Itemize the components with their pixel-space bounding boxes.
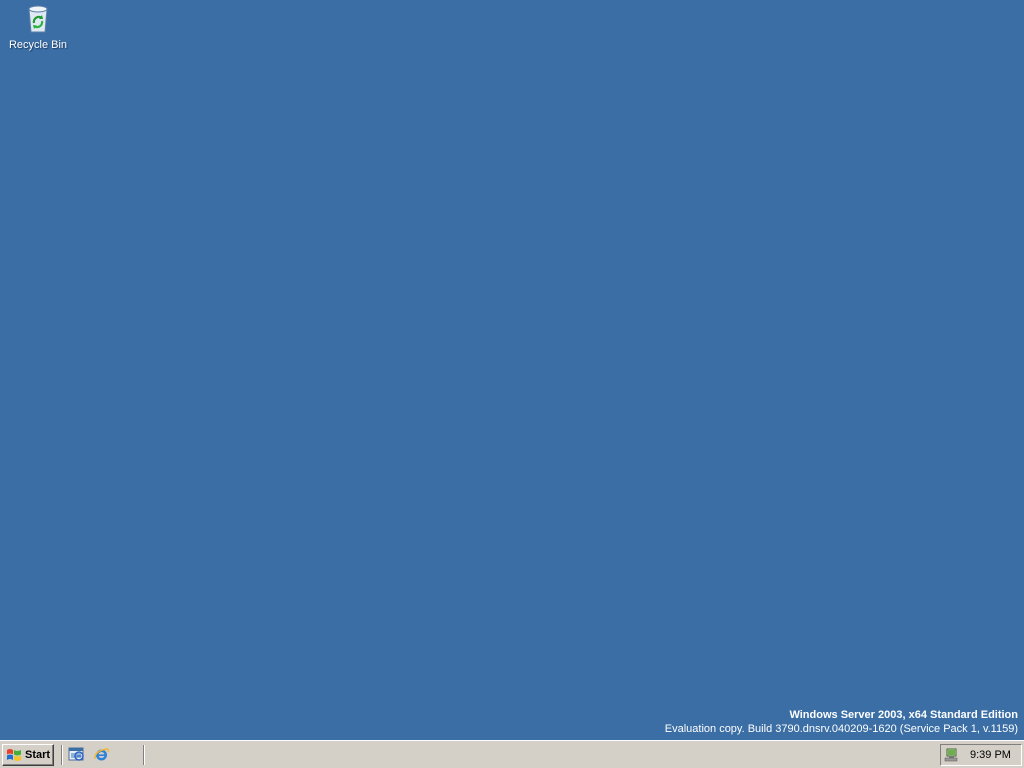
recycle-bin-icon — [28, 5, 48, 33]
desktop[interactable]: Recycle Bin Windows Server 2003, x64 Sta… — [0, 0, 1024, 740]
network-icon[interactable] — [944, 747, 960, 763]
recycle-bin-shortcut[interactable]: Recycle Bin — [6, 2, 70, 51]
system-tray: 9:39 PM — [940, 744, 1022, 766]
edition-text: Windows Server 2003, x64 Standard Editio… — [789, 709, 1018, 721]
taskbar: Start 9:39 PM — [0, 740, 1024, 768]
windows-flag-icon — [7, 749, 21, 761]
taskbar-separator — [143, 745, 145, 765]
quick-launch-bar — [68, 746, 110, 763]
clock[interactable]: 9:39 PM — [970, 749, 1011, 761]
start-button[interactable]: Start — [2, 744, 54, 766]
taskbar-separator — [61, 745, 63, 765]
os-watermark: Windows Server 2003, x64 Standard Editio… — [665, 708, 1018, 736]
internet-explorer-icon[interactable] — [93, 746, 110, 763]
show-desktop-icon[interactable] — [68, 746, 85, 763]
build-text: Evaluation copy. Build 3790.dnsrv.040209… — [664, 723, 1018, 735]
start-label: Start — [25, 749, 51, 761]
recycle-bin-label: Recycle Bin — [8, 39, 68, 51]
